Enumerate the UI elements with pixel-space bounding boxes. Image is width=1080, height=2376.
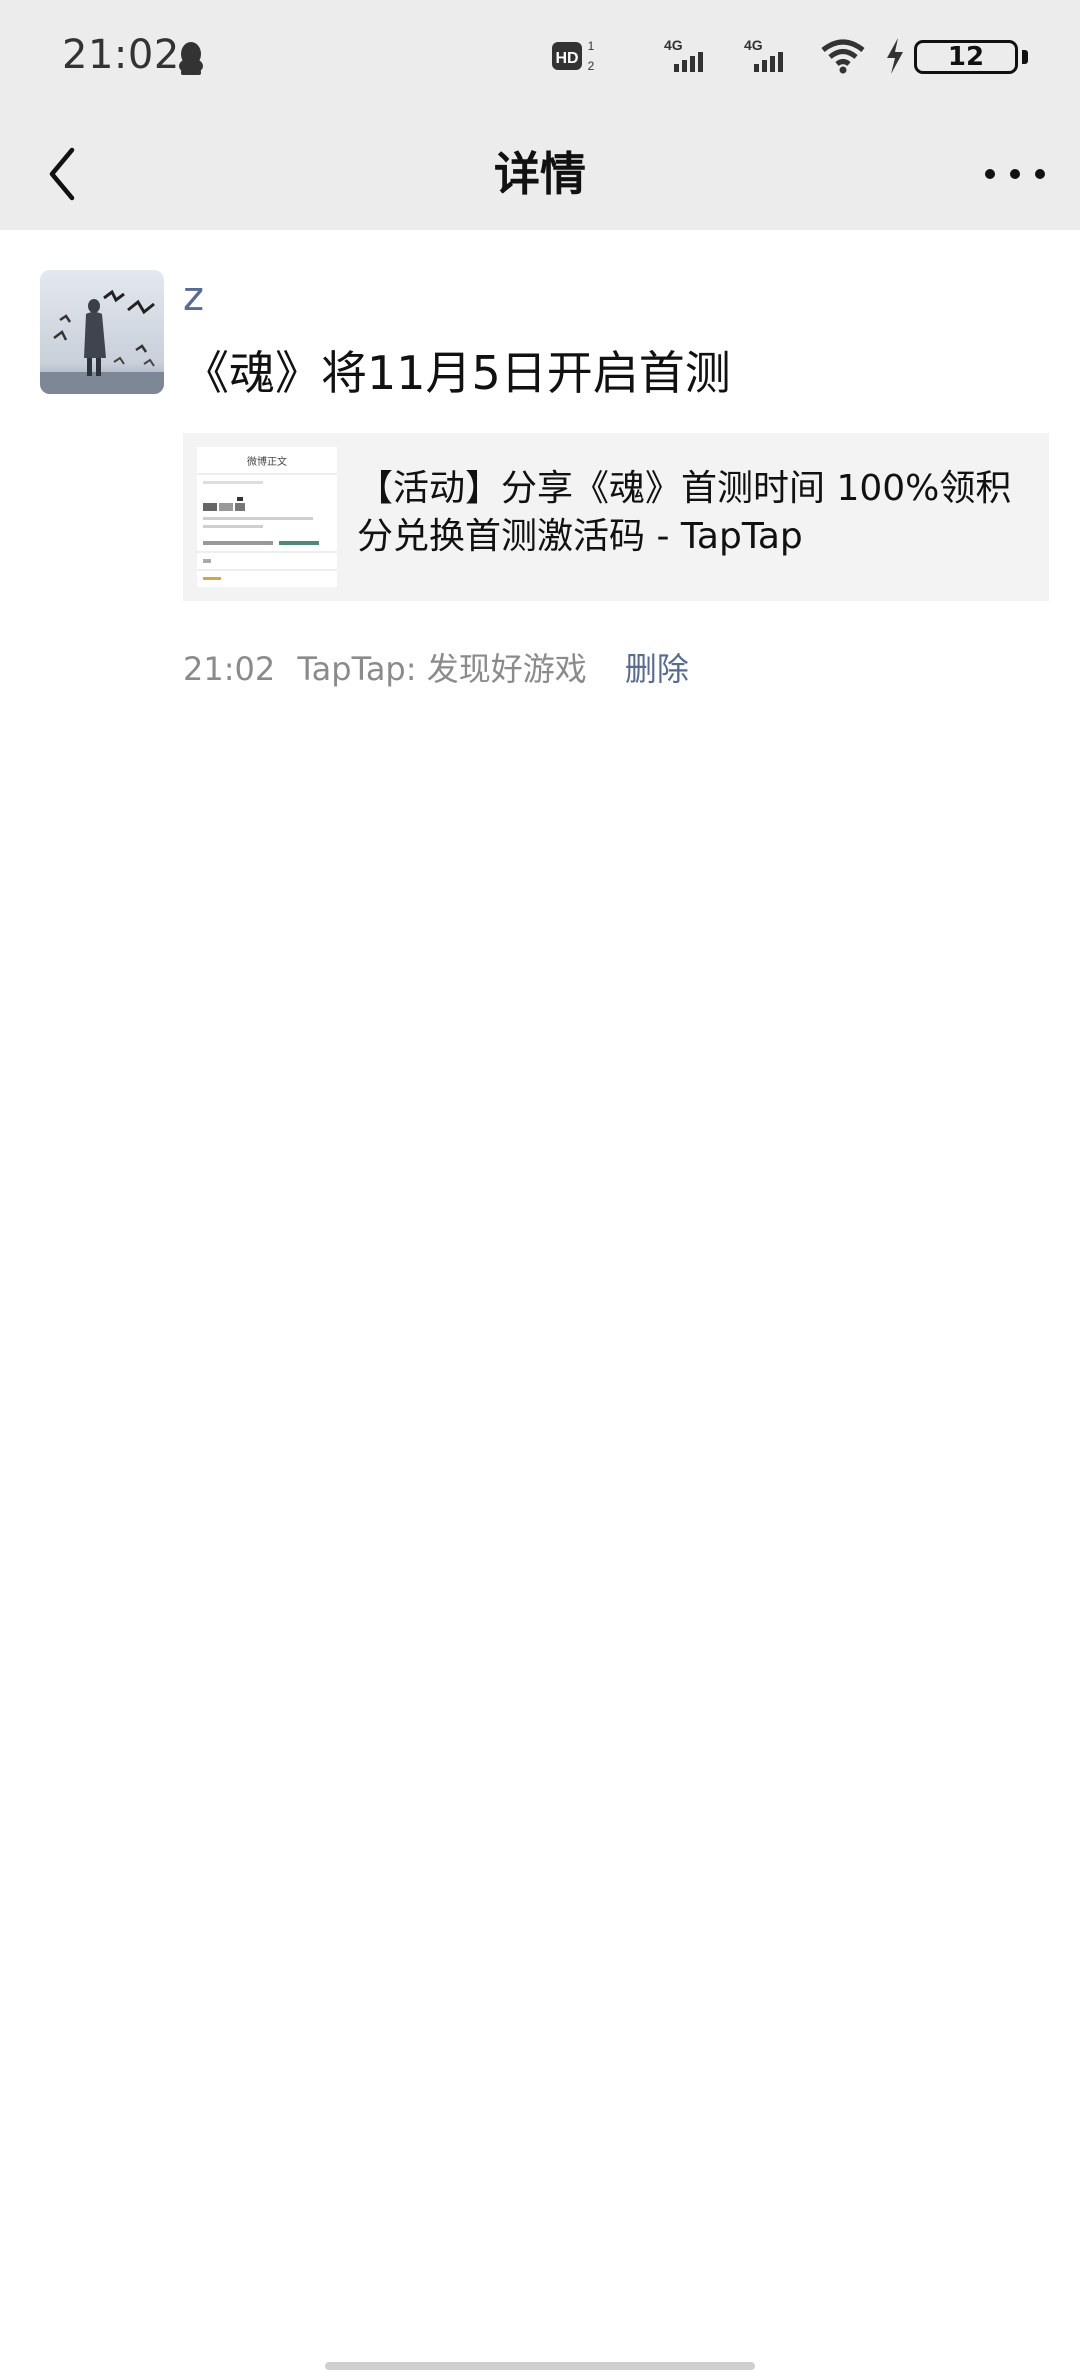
post-meta: 21:02 TapTap: 发现好游戏 删除	[183, 645, 701, 693]
status-icons: HD 1 2 4G 4G 12	[552, 36, 1028, 80]
avatar[interactable]	[40, 270, 164, 394]
qq-penguin-icon	[179, 42, 203, 75]
navigation-bar: 详情	[0, 118, 1080, 230]
more-dots-icon	[985, 169, 1045, 179]
page-title: 详情	[494, 147, 586, 201]
home-indicator[interactable]	[325, 2362, 755, 2370]
charging-bolt-icon	[887, 38, 903, 74]
post-time: 21:02	[183, 650, 276, 688]
link-title: 【活动】分享《魂》首测时间 100%领积分兑换首测激活码 - TapTap	[357, 468, 1012, 557]
thumb-heading: 微博正文	[247, 455, 287, 468]
svg-text:4G: 4G	[744, 37, 763, 53]
svg-text:1: 1	[588, 39, 595, 53]
chevron-left-icon	[49, 147, 75, 201]
username[interactable]: z	[183, 272, 204, 322]
delete-button[interactable]: 删除	[625, 650, 689, 688]
post-source[interactable]: TapTap: 发现好游戏	[297, 650, 586, 688]
svg-text:HD: HD	[555, 50, 578, 67]
wifi-icon	[821, 39, 865, 74]
link-thumbnail: 微博正文	[197, 447, 337, 587]
back-button[interactable]	[30, 138, 102, 210]
battery-icon: 12	[914, 40, 1028, 74]
signal-4g-icon: 4G	[744, 37, 783, 72]
status-time: 21:02	[62, 32, 180, 78]
post-text: 《魂》将11月5日开启首测	[183, 346, 731, 400]
svg-text:4G: 4G	[664, 37, 683, 53]
battery-level: 12	[947, 42, 985, 72]
link-card[interactable]: 微博正文 【活动】分享《魂》首测时间 100%领积分兑换首测激活码 - TapT…	[183, 433, 1049, 601]
status-bar: 21:02 HD 1 2 4G 4G 12	[0, 0, 1080, 118]
svg-text:2: 2	[588, 59, 595, 73]
signal-4g-icon: 4G	[664, 37, 703, 72]
more-button[interactable]	[980, 148, 1050, 200]
hd-voice-icon: HD 1 2	[552, 39, 595, 73]
